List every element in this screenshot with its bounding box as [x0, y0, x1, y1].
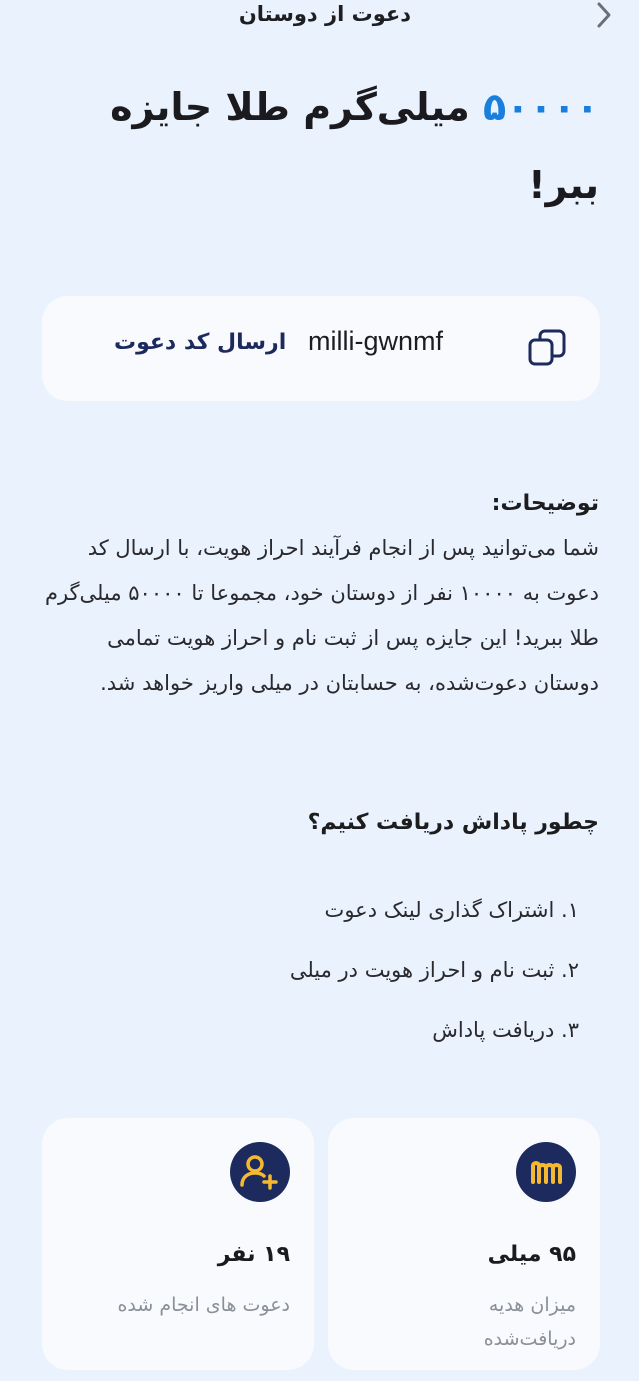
- how-to-section: چطور پاداش دریافت کنیم؟ ۱. اشتراک گذاری …: [39, 800, 599, 1060]
- hero-headline: ۵۰۰۰۰ میلی‌گرم طلا جایزه ببر!: [39, 68, 599, 224]
- steps-list: ۱. اشتراک گذاری لینک دعوت ۲. ثبت نام و ا…: [39, 880, 579, 1060]
- top-bar: دعوت از دوستان: [0, 0, 639, 34]
- milli-logo-icon: [516, 1142, 576, 1202]
- step-item: ۳. دریافت پاداش: [432, 1018, 579, 1042]
- gift-value: ۹۵ میلی: [487, 1242, 576, 1267]
- how-to-heading: چطور پاداش دریافت کنیم؟: [307, 810, 599, 835]
- invites-label: دعوت های انجام شده: [117, 1294, 290, 1316]
- step-item: ۱. اشتراک گذاری لینک دعوت: [324, 898, 579, 922]
- invite-code-card: milli-gwnmf ارسال کد دعوت: [42, 296, 600, 401]
- invites-done-card: ۱۹ نفر دعوت های انجام شده: [42, 1118, 314, 1370]
- add-user-icon: [230, 1142, 290, 1202]
- gift-label: میزان هدیه دریافت‌شده: [483, 1294, 576, 1350]
- description-heading: توضیحات:: [491, 491, 599, 516]
- description-section: توضیحات: شما می‌توانید پس از انجام فرآین…: [39, 484, 599, 706]
- invites-value: ۱۹ نفر: [217, 1242, 290, 1267]
- invite-code: milli-gwnmf: [308, 326, 443, 356]
- chevron-right-icon[interactable]: [591, 0, 619, 32]
- gift-received-card: ۹۵ میلی میزان هدیه دریافت‌شده: [328, 1118, 600, 1370]
- page-title: دعوت از دوستان: [238, 2, 411, 26]
- step-item: ۲. ثبت نام و احراز هویت در میلی: [289, 958, 579, 982]
- description-body: شما می‌توانید پس از انجام فرآیند احراز ه…: [44, 536, 599, 695]
- hero-amount: ۵۰۰۰۰: [483, 85, 599, 129]
- send-invite-code-button[interactable]: ارسال کد دعوت: [114, 330, 286, 355]
- copy-icon[interactable]: [526, 326, 570, 370]
